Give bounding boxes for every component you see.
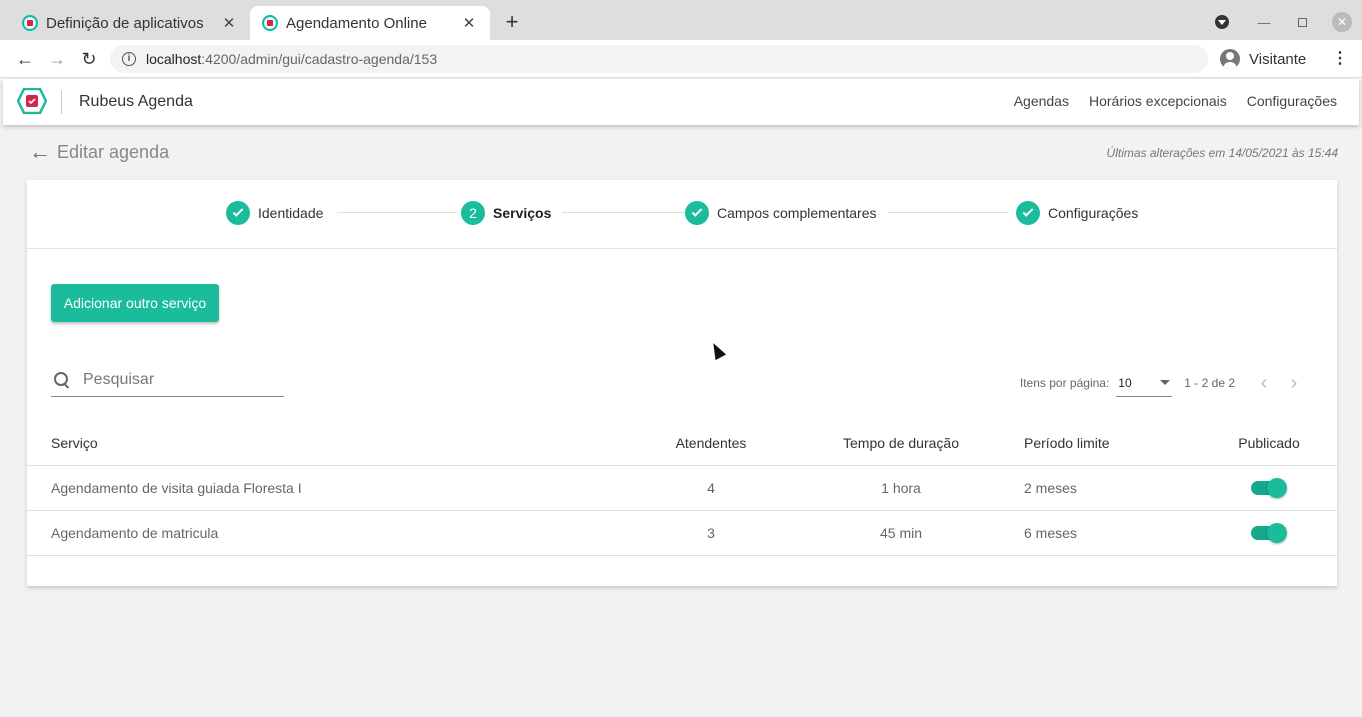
reload-icon[interactable]: ↻ [78,48,100,70]
step-label: Configurações [1048,205,1139,221]
header-atendentes[interactable]: Atendentes [661,420,761,465]
page-title: Editar agenda [57,142,170,162]
step-connector [337,212,457,213]
step-connector [562,212,702,213]
step-number: 2 [461,201,485,225]
paginator: Itens por página: 10 1 - 2 de 2 ‹ › [1020,368,1307,398]
attendants-count: 4 [707,480,715,496]
services-card: Identidade 2 Serviços Campos complementa… [27,180,1337,586]
limit-period: 6 meses [1024,525,1077,541]
step-identidade[interactable]: Identidade [226,201,323,225]
url-host: localhost [146,51,202,67]
check-icon [1016,201,1040,225]
close-tab-icon[interactable]: ✕ [460,14,478,32]
add-service-button[interactable]: Adicionar outro serviço [51,284,219,322]
close-tab-icon[interactable]: ✕ [220,14,238,32]
header-publicado[interactable]: Publicado [1229,420,1309,465]
search-icon [53,371,71,389]
tab-title: Definição de aplicativos [46,14,204,32]
info-icon[interactable]: i [122,52,136,66]
step-campos-complementares[interactable]: Campos complementares [685,201,877,225]
check-icon [685,201,709,225]
three-dots-menu-icon[interactable]: ⋮ [1330,49,1350,69]
published-toggle[interactable] [1251,478,1287,498]
avatar-icon [1220,49,1240,69]
service-name: Agendamento de visita guiada Floresta I [51,480,302,496]
app-favicon-icon [22,15,38,31]
browser-tab-bar: Definição de aplicativos ✕ Agendamento O… [0,0,1362,40]
previous-page-icon[interactable]: ‹ [1251,370,1277,396]
step-servicos[interactable]: 2 Serviços [461,201,551,225]
forward-icon[interactable]: → [46,48,68,70]
nav-configuracoes[interactable]: Configurações [1247,93,1337,109]
profile-name: Visitante [1249,50,1307,68]
header-tempo-duracao[interactable]: Tempo de duração [831,420,971,465]
published-cell [1229,511,1309,555]
header-servico[interactable]: Serviço [51,420,98,465]
page-range: 1 - 2 de 2 [1184,376,1235,390]
page-size-select[interactable]: 10 [1116,369,1173,397]
step-label: Campos complementares [717,205,877,221]
search-field [51,364,284,397]
browser-tab-agendamento[interactable]: Agendamento Online ✕ [250,6,490,40]
back-arrow-icon[interactable]: ← [29,140,51,164]
search-input[interactable] [83,371,273,389]
app-favicon-icon [262,15,278,31]
stepper: Identidade 2 Serviços Campos complementa… [27,180,1337,249]
page-title-row: ← Editar agenda Últimas alterações em 14… [3,126,1359,180]
maximize-icon[interactable] [1292,10,1312,34]
url-path: :4200/admin/gui/cadastro-agenda/153 [201,51,438,67]
last-changes-text: Últimas alterações em 14/05/2021 às 15:4… [1106,146,1338,160]
step-label: Serviços [493,205,552,221]
duration: 1 hora [881,480,921,496]
rubeus-logo-icon [17,88,47,114]
duration: 45 min [879,525,923,541]
dropdown-caret-icon [1160,380,1171,385]
header-periodo-limite[interactable]: Período limite [1024,420,1110,465]
tab-title: Agendamento Online [286,14,427,32]
table-row[interactable]: Agendamento de matricula 3 45 min 6 mese… [27,511,1337,556]
step-label: Identidade [258,205,324,221]
step-connector [888,212,1008,213]
url-field[interactable]: i localhost:4200/admin/gui/cadastro-agen… [110,45,1208,73]
attendants-count: 3 [707,525,715,541]
published-cell [1229,466,1309,510]
close-window-icon[interactable]: ✕ [1330,10,1354,34]
nav-horarios-excepcionais[interactable]: Horários excepcionais [1089,93,1227,109]
published-toggle[interactable] [1251,523,1287,543]
check-icon [226,201,250,225]
app-name: Rubeus Agenda [79,93,193,110]
services-table: Serviço Atendentes Tempo de duração Perí… [27,420,1337,556]
back-icon[interactable]: ← [14,48,36,70]
minimize-icon[interactable]: — [1254,10,1274,34]
limit-period: 2 meses [1024,480,1077,496]
tab-search-dropdown-icon[interactable] [1212,10,1232,34]
next-page-icon[interactable]: › [1281,370,1307,396]
top-nav: Agendas Horários excepcionais Configuraç… [1014,93,1337,109]
address-bar-row: ← → ↻ i localhost:4200/admin/gui/cadastr… [0,40,1362,78]
new-tab-icon[interactable]: + [500,10,524,34]
browser-tab-definicao[interactable]: Definição de aplicativos ✕ [10,6,250,40]
table-header: Serviço Atendentes Tempo de duração Perí… [27,420,1337,466]
header-divider [61,90,62,114]
step-configuracoes[interactable]: Configurações [1016,201,1138,225]
page-size-value: 10 [1118,375,1132,390]
profile-button[interactable]: Visitante [1214,45,1324,73]
table-row[interactable]: Agendamento de visita guiada Floresta I … [27,466,1337,511]
service-name: Agendamento de matricula [51,525,219,541]
items-per-page-label: Itens por página: [1019,376,1110,390]
nav-agendas[interactable]: Agendas [1014,93,1069,109]
app-header: Rubeus Agenda Agendas Horários excepcion… [3,79,1359,125]
